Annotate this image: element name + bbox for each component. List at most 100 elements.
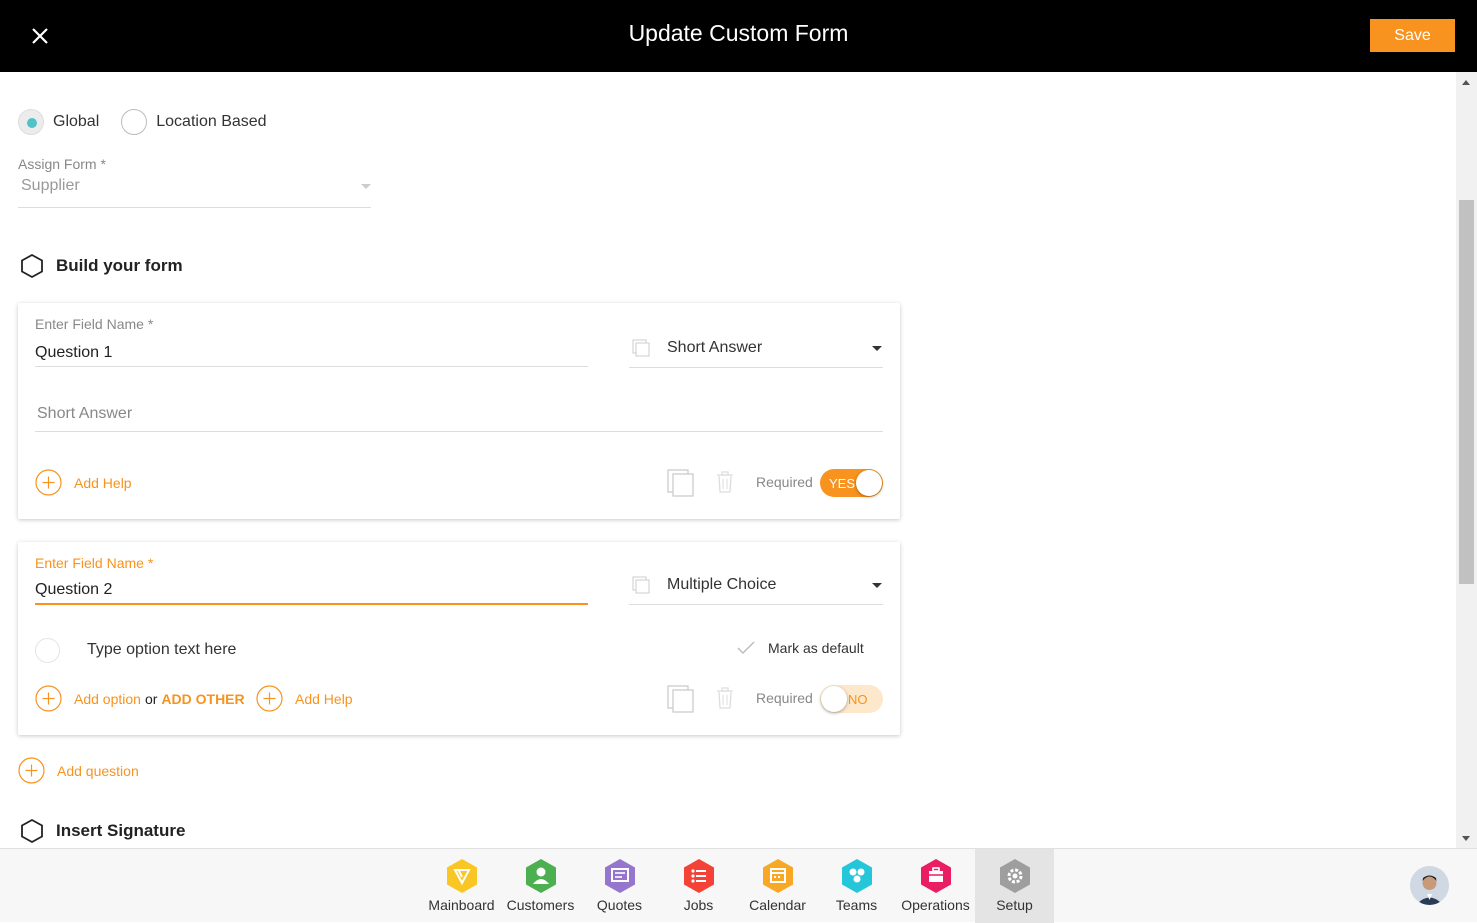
hexagon-icon [21,818,43,844]
teams-icon [841,859,872,893]
customers-icon [525,859,556,893]
question-type-select[interactable]: Short Answer [629,331,883,368]
field-name-input[interactable] [35,577,588,605]
page-title: Update Custom Form [628,20,849,46]
insert-signature-section-header: Insert Signature [19,818,185,844]
required-star: * [147,316,154,332]
jobs-icon [683,859,714,893]
add-help-link[interactable]: Add Help [256,685,353,712]
required-toggle-state: YES [829,476,856,491]
insert-signature-title: Insert Signature [56,821,186,840]
avatar-icon [1410,866,1449,905]
or-text: or [144,690,158,707]
required-toggle-state: NO [848,692,868,707]
bottom-navigation-bar: Mainboard Customers Quotes Jobs Calendar… [0,848,1477,923]
question-card-2: Enter Field Name * Multiple Choice Type … [18,542,900,735]
field-name-label-text: Enter Field Name [35,555,144,571]
nav-label: Jobs [683,897,714,913]
hexagon-icon [21,253,43,279]
required-label: Required [756,690,813,706]
required-star: * [147,555,154,571]
assign-form-label: Assign Form * [18,156,106,172]
copy-square-icon [632,576,650,594]
vertical-scrollbar[interactable] [1456,72,1477,849]
app-nav: Mainboard Customers Quotes Jobs Calendar… [422,849,1054,923]
nav-label: Setup [996,897,1033,913]
check-icon [737,641,755,654]
top-bar: Update Custom Form Save [0,0,1477,72]
nav-mainboard[interactable]: Mainboard [422,849,501,923]
radio-global-circle[interactable] [18,109,44,135]
toggle-knob [821,686,847,712]
trash-icon[interactable] [715,471,735,493]
toggle-knob [856,470,882,496]
nav-quotes[interactable]: Quotes [580,849,659,923]
nav-label: Mainboard [428,897,495,913]
question-card-1: Enter Field Name * Short Answer Short An… [18,303,900,519]
add-other-link[interactable]: ADD OTHER [161,691,244,707]
mark-as-default-label: Mark as default [768,640,864,656]
scrollbar-thumb[interactable] [1459,200,1474,584]
mainboard-icon [446,859,477,893]
build-form-title: Build your form [56,256,183,275]
plus-circle-icon[interactable] [35,685,62,712]
calendar-icon [762,859,793,893]
setup-icon [999,859,1030,893]
scroll-up-arrow-icon[interactable] [1462,80,1470,85]
plus-circle-icon [256,685,283,712]
nav-label: Teams [835,897,878,913]
add-help-link[interactable]: Add Help [35,469,132,496]
radio-global[interactable]: Global [18,109,99,135]
quotes-icon [604,859,635,893]
assign-form-select[interactable]: Supplier [18,175,371,208]
plus-circle-icon [35,469,62,496]
nav-label: Customers [506,897,575,913]
radio-location-based-circle[interactable] [121,109,148,135]
nav-jobs[interactable]: Jobs [659,849,738,923]
nav-label: Calendar [749,897,806,913]
chevron-down-icon [872,346,882,351]
save-button[interactable]: Save [1370,19,1455,52]
short-answer-placeholder: Short Answer [37,405,133,422]
radio-location-based[interactable]: Location Based [121,109,267,135]
option-text-input[interactable]: Type option text here [87,641,236,659]
add-option-row: Add option or ADD OTHER [35,685,245,712]
duplicate-icon[interactable] [666,684,696,714]
add-question-link[interactable]: Add question [18,757,139,784]
radio-global-label: Global [53,113,100,130]
add-question-label: Add question [57,762,139,779]
plus-circle-icon [18,757,45,784]
add-help-label: Add Help [74,474,132,491]
trash-icon[interactable] [715,687,735,709]
radio-location-based-label: Location Based [156,113,267,130]
chevron-down-icon [361,184,371,189]
question-type-value: Multiple Choice [667,576,777,593]
question-type-select[interactable]: Multiple Choice [629,568,883,605]
operations-icon [920,859,951,893]
field-name-label-text: Enter Field Name [35,316,144,332]
duplicate-icon[interactable] [666,468,696,498]
option-radio[interactable] [35,638,60,663]
add-option-link[interactable]: Add option [74,691,141,707]
scroll-down-arrow-icon[interactable] [1462,836,1470,841]
nav-calendar[interactable]: Calendar [738,849,817,923]
nav-operations[interactable]: Operations [896,849,975,923]
field-name-label: Enter Field Name * [35,555,153,571]
mark-as-default-button[interactable]: Mark as default [736,640,864,656]
required-toggle[interactable]: YES [820,469,883,497]
required-toggle[interactable]: NO [820,685,883,713]
required-star: * [100,156,106,172]
build-form-section-header: Build your form [19,253,183,279]
field-name-label: Enter Field Name * [35,316,153,332]
nav-customers[interactable]: Customers [501,849,580,923]
assign-form-value: Supplier [21,177,80,194]
nav-setup[interactable]: Setup [975,849,1054,923]
add-help-label: Add Help [295,690,353,707]
nav-label: Operations [901,897,970,913]
nav-teams[interactable]: Teams [817,849,896,923]
field-name-input[interactable] [35,339,588,367]
nav-label: Quotes [596,897,643,913]
chevron-down-icon [872,583,882,588]
user-avatar[interactable] [1410,866,1449,905]
required-label: Required [756,474,813,490]
